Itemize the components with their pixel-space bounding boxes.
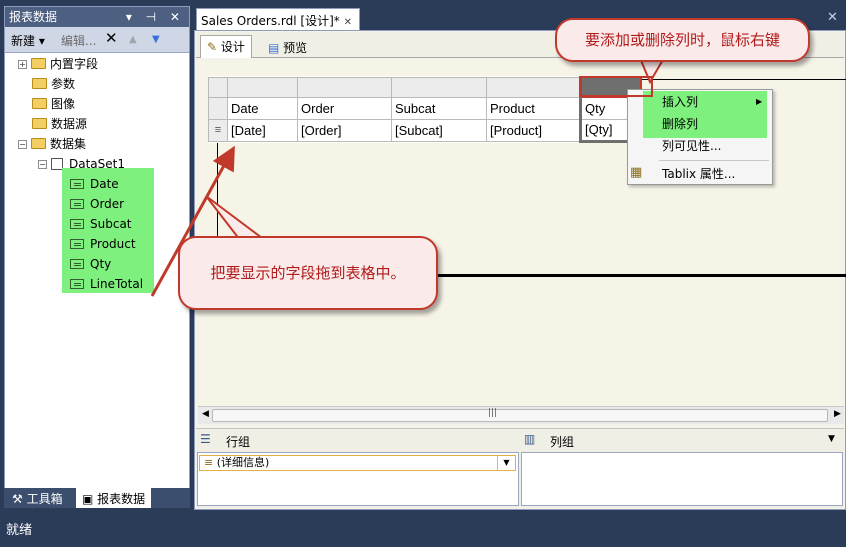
- callout-pointer: [205, 195, 265, 242]
- callout-context-menu: 要添加或删除列时，鼠标右键: [555, 18, 810, 62]
- callout-drag-fields: 把要显示的字段拖到表格中。: [178, 236, 438, 310]
- status-bar: 就绪: [0, 512, 846, 547]
- selected-column-outline: [579, 76, 653, 97]
